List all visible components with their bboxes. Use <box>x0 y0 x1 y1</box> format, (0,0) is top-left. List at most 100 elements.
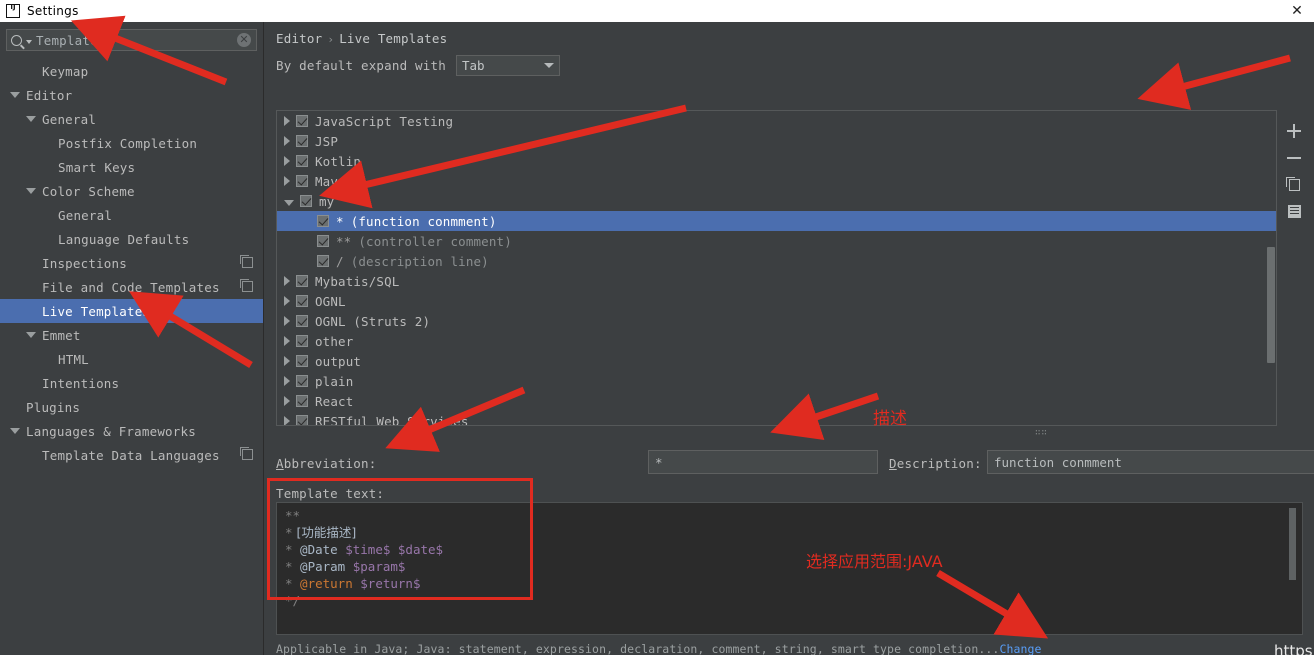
sidebar-item-html[interactable]: HTML <box>0 347 263 371</box>
sidebar-item-color-scheme[interactable]: Color Scheme <box>0 179 263 203</box>
chevron-right-icon[interactable] <box>284 336 290 346</box>
template-description: (controller comment) <box>358 233 512 249</box>
sidebar-item-label: Postfix Completion <box>58 135 198 151</box>
template-group-row[interactable]: Mybatis/SQL <box>277 271 1276 291</box>
template-group-row[interactable]: JavaScript Testing <box>277 111 1276 131</box>
editor-scrollbar[interactable] <box>1289 508 1296 580</box>
abbreviation-input[interactable]: * <box>648 450 878 474</box>
template-checkbox[interactable] <box>296 375 308 387</box>
default-expand-label: By default expand with <box>276 58 446 73</box>
chevron-right-icon[interactable] <box>284 276 290 286</box>
sidebar-item-label: Language Defaults <box>58 231 190 247</box>
template-item-row[interactable]: ** (controller comment) <box>277 231 1276 251</box>
templates-list[interactable]: JavaScript Testing JSP Kotlin Maven my * (func… <box>276 110 1277 426</box>
chevron-right-icon[interactable] <box>284 316 290 326</box>
template-group-row[interactable]: output <box>277 351 1276 371</box>
sidebar-item-postfix-completion[interactable]: Postfix Completion <box>0 131 263 155</box>
sidebar-item-inspections[interactable]: Inspections <box>0 251 263 275</box>
sidebar-item-editor[interactable]: Editor <box>0 83 263 107</box>
template-checkbox[interactable] <box>296 155 308 167</box>
template-group-row[interactable]: my <box>277 191 1276 211</box>
sidebar-item-live-templates[interactable]: Live Templates <box>0 299 263 323</box>
clear-search-icon[interactable]: ✕ <box>237 33 251 47</box>
sidebar-item-general[interactable]: General <box>0 203 263 227</box>
template-group-name: plain <box>315 373 354 389</box>
description-label-rest: escription: <box>896 456 982 471</box>
sidebar-item-smart-keys[interactable]: Smart Keys <box>0 155 263 179</box>
duplicate-template-button[interactable] <box>1283 171 1305 198</box>
sidebar-item-keymap[interactable]: Keymap <box>0 59 263 83</box>
template-group-row[interactable]: plain <box>277 371 1276 391</box>
template-item-row[interactable]: * (function conmment) <box>277 211 1276 231</box>
template-item-row[interactable]: / (description line) <box>277 251 1276 271</box>
sidebar-item-plugins[interactable]: Plugins <box>0 395 263 419</box>
chevron-right-icon[interactable] <box>284 396 290 406</box>
template-checkbox[interactable] <box>300 195 312 207</box>
template-checkbox[interactable] <box>296 335 308 347</box>
template-checkbox[interactable] <box>317 235 329 247</box>
template-group-name: Kotlin <box>315 153 362 169</box>
chevron-down-icon[interactable] <box>26 188 36 194</box>
template-checkbox[interactable] <box>296 135 308 147</box>
description-value: function conmment <box>994 454 1122 470</box>
chevron-right-icon[interactable] <box>284 156 290 166</box>
template-checkbox[interactable] <box>296 395 308 407</box>
chevron-right-icon[interactable] <box>284 416 290 425</box>
change-context-link[interactable]: Change <box>999 642 1041 655</box>
sidebar-item-intentions[interactable]: Intentions <box>0 371 263 395</box>
template-group-row[interactable]: other <box>277 331 1276 351</box>
template-group-row[interactable]: React <box>277 391 1276 411</box>
template-checkbox[interactable] <box>296 275 308 287</box>
chevron-down-icon[interactable] <box>10 428 20 434</box>
breadcrumb: Editor › Live Templates <box>276 31 447 46</box>
template-checkbox[interactable] <box>296 355 308 367</box>
template-group-row[interactable]: Maven <box>277 171 1276 191</box>
chevron-right-icon[interactable] <box>284 116 290 126</box>
template-checkbox[interactable] <box>296 295 308 307</box>
template-checkbox[interactable] <box>296 415 308 425</box>
template-group-row[interactable]: Kotlin <box>277 151 1276 171</box>
template-group-name: React <box>315 393 354 409</box>
template-group-name: JavaScript Testing <box>315 113 454 129</box>
chevron-right-icon[interactable] <box>284 136 290 146</box>
chevron-down-icon[interactable] <box>10 92 20 98</box>
sidebar-item-label: Languages & Frameworks <box>26 423 196 439</box>
chevron-down-icon[interactable] <box>26 39 32 44</box>
chevron-right-icon[interactable] <box>284 296 290 306</box>
chevron-right-icon[interactable] <box>284 356 290 366</box>
template-text-editor[interactable]: ** * [功能描述] * @Date $time$ $date$ * @Param … <box>276 502 1303 635</box>
sidebar-item-emmet[interactable]: Emmet <box>0 323 263 347</box>
template-checkbox[interactable] <box>296 115 308 127</box>
default-expand-select[interactable]: Tab <box>455 55 560 76</box>
template-checkbox[interactable] <box>317 255 329 267</box>
splitter-handle[interactable]: ∷∷ <box>1035 428 1048 438</box>
sidebar-item-label: Emmet <box>42 327 81 343</box>
description-input[interactable]: function conmment <box>987 450 1314 474</box>
chevron-down-icon[interactable] <box>284 199 294 206</box>
chevron-right-icon[interactable] <box>284 176 290 186</box>
template-group-row[interactable]: OGNL (Struts 2) <box>277 311 1276 331</box>
template-text-label: Template text: <box>276 486 385 501</box>
sidebar-item-template-data-languages[interactable]: Template Data Languages <box>0 443 263 467</box>
sidebar-item-general[interactable]: General <box>0 107 263 131</box>
template-group-row[interactable]: JSP <box>277 131 1276 151</box>
chevron-right-icon[interactable] <box>284 376 290 386</box>
search-input[interactable]: Template ✕ <box>6 29 257 51</box>
sidebar-item-language-defaults[interactable]: Language Defaults <box>0 227 263 251</box>
template-group-button[interactable] <box>1283 198 1305 225</box>
template-checkbox[interactable] <box>317 215 329 227</box>
title-bar: Settings ✕ <box>0 0 1314 22</box>
template-checkbox[interactable] <box>296 315 308 327</box>
template-group-row[interactable]: RESTful Web Services <box>277 411 1276 425</box>
templates-scrollbar[interactable] <box>1267 247 1275 363</box>
breadcrumb-root[interactable]: Editor <box>276 31 322 46</box>
close-icon[interactable]: ✕ <box>1288 3 1306 19</box>
chevron-down-icon[interactable] <box>26 116 36 122</box>
add-template-button[interactable] <box>1283 117 1305 144</box>
sidebar-item-file-and-code-templates[interactable]: File and Code Templates <box>0 275 263 299</box>
template-group-row[interactable]: OGNL <box>277 291 1276 311</box>
chevron-down-icon[interactable] <box>26 332 36 338</box>
remove-template-button[interactable] <box>1283 144 1305 171</box>
sidebar-item-languages-frameworks[interactable]: Languages & Frameworks <box>0 419 263 443</box>
template-checkbox[interactable] <box>296 175 308 187</box>
